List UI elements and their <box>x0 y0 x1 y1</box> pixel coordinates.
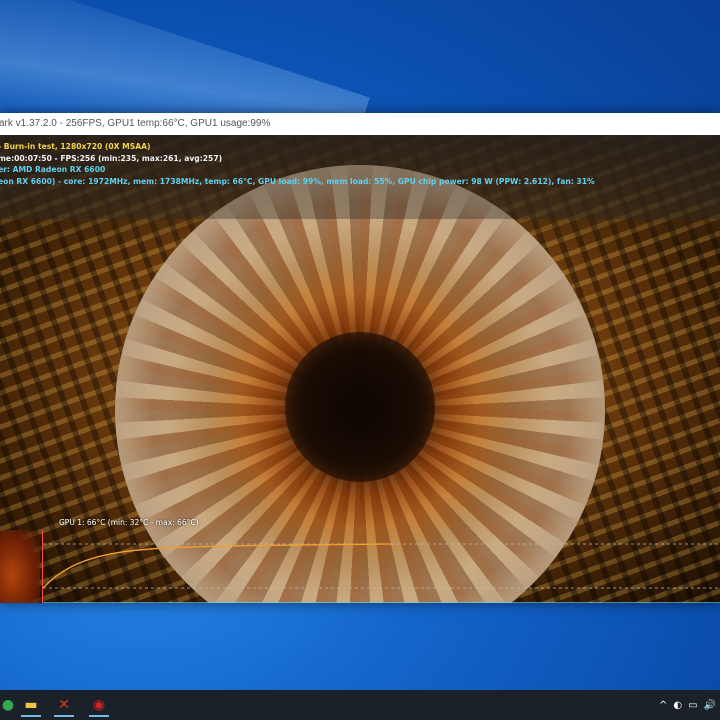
window-titlebar[interactable]: ark v1.37.2.0 - 256FPS, GPU1 temp:66°C, … <box>0 113 720 136</box>
osd-test-line: - Burn-in test, 1280x720 (0X MSAA) <box>0 142 151 151</box>
osd-gpu-stats-line: eon RX 6600) - core: 1972MHz, mem: 1738M… <box>0 176 595 186</box>
osd-renderer-line: er: AMD Radeon RX 6600 <box>0 165 106 175</box>
app-x-icon[interactable]: ✕ <box>50 693 78 717</box>
taskbar: ● ▬ ✕ ◉ ^ ◐ ▭ 🔊 <box>0 690 720 720</box>
temperature-graph-label: GPU 1: 66°C (min: 32°C - max: 66°C) <box>59 518 199 527</box>
temperature-graph-plot <box>43 543 720 603</box>
window-title: ark v1.37.2.0 - 256FPS, GPU1 temp:66°C, … <box>0 118 271 129</box>
app-x-icon-glyph: ✕ <box>58 697 70 713</box>
render-viewport: - Burn-in test, 1280x720 (0X MSAA) me:00… <box>0 135 720 603</box>
temperature-curve <box>43 543 392 589</box>
chrome-icon-glyph: ● <box>1 697 15 713</box>
system-tray: ^ ◐ ▭ 🔊 <box>659 690 720 720</box>
tray-chevron-icon[interactable]: ^ <box>659 696 667 714</box>
osd-fps-line: me:00:07:50 - FPS:256 (min:235, max:261,… <box>0 153 223 163</box>
volume-icon[interactable]: 🔊 <box>704 696 716 714</box>
file-explorer-icon[interactable]: ▬ <box>17 693 45 717</box>
temperature-graph: GPU 1: 66°C (min: 32°C - max: 66°C) <box>42 518 720 603</box>
furmark-icon-glyph: ◉ <box>92 697 106 713</box>
furmark-window[interactable]: ark v1.37.2.0 - 256FPS, GPU1 temp:66°C, … <box>0 113 720 603</box>
pupil <box>285 332 435 482</box>
file-explorer-icon-glyph: ▬ <box>24 697 38 713</box>
tray-app-icon[interactable]: ◐ <box>673 696 682 714</box>
render-artifact <box>0 530 40 603</box>
furmark-icon[interactable]: ◉ <box>85 693 113 717</box>
network-icon[interactable]: ▭ <box>688 696 697 714</box>
osd-text: - Burn-in test, 1280x720 (0X MSAA) me:00… <box>0 141 595 187</box>
